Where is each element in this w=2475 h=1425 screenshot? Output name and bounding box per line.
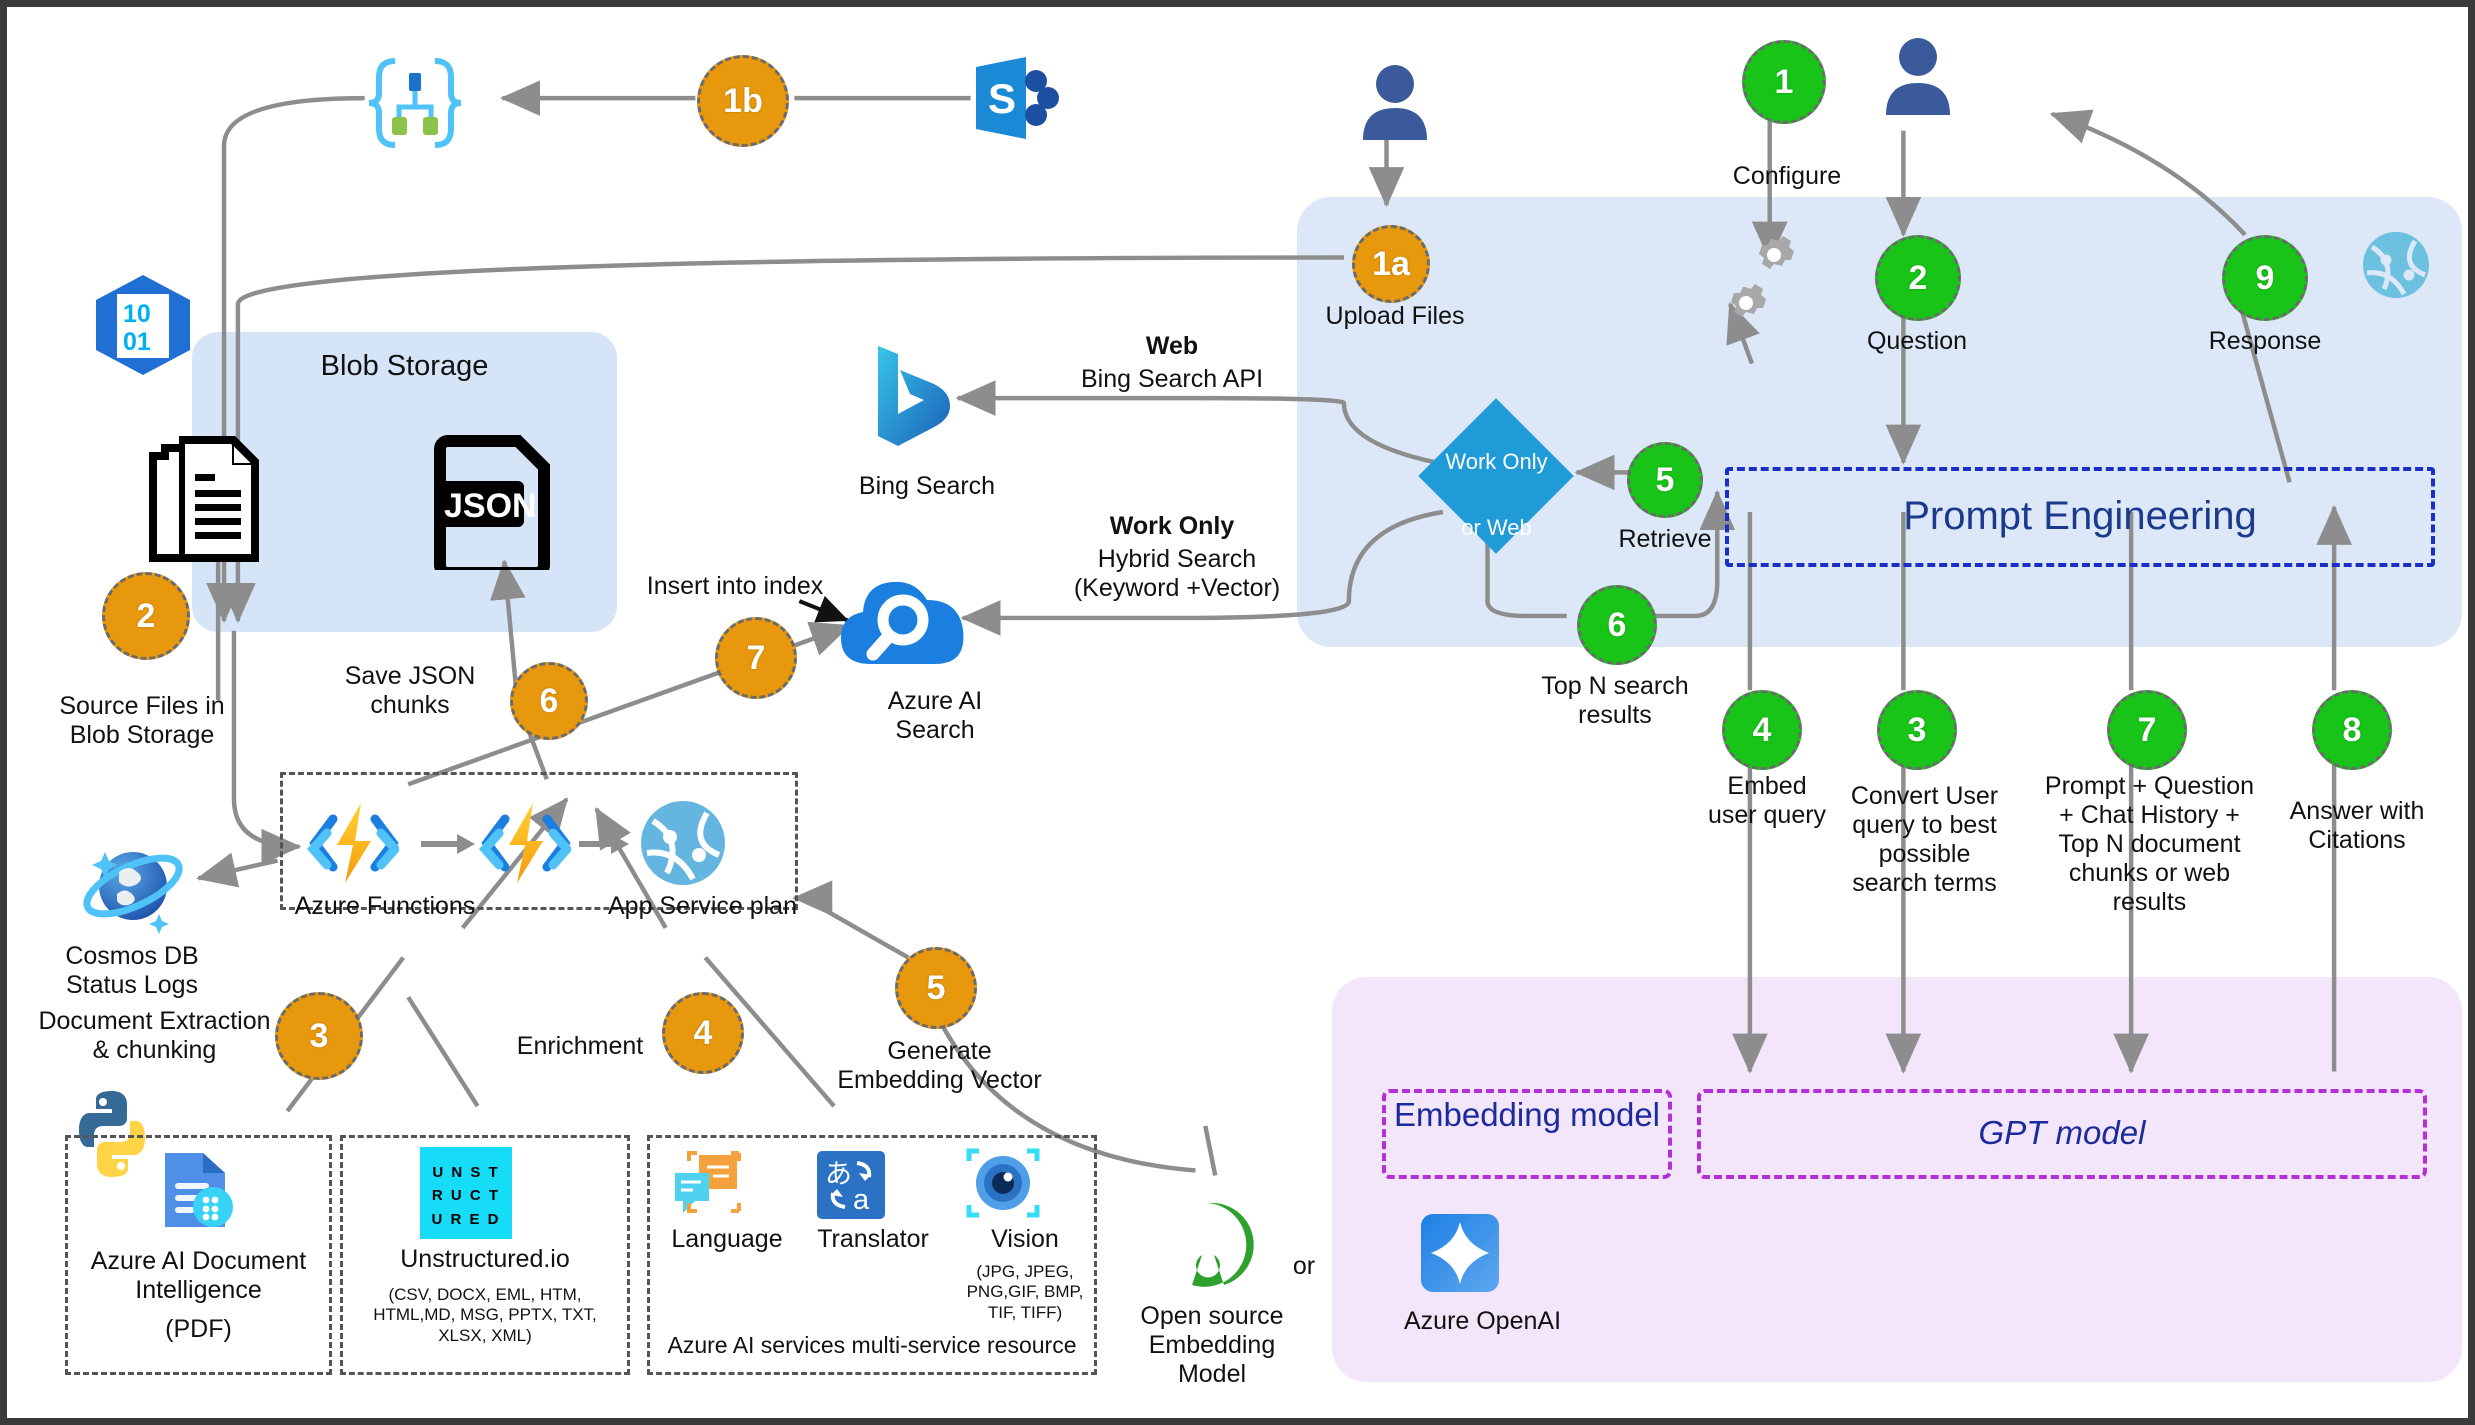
work-only-label: Work Only — [1109, 512, 1235, 540]
badge-1a-upload: 1a — [1352, 225, 1430, 303]
vision-formats: (JPG, JPEG, PNG,GIF, BMP, TIF, TIFF) — [966, 1262, 1084, 1322]
gpt-model-label: GPT model — [1978, 1114, 2146, 1151]
document-extraction-label: Document Extraction & chunking — [38, 1007, 271, 1064]
blob-storage-title: Blob Storage — [320, 350, 489, 382]
json-file-icon: JSON — [432, 435, 557, 579]
binary-data-icon: 10 01 — [89, 272, 197, 378]
embedding-model-label: Embedding model — [1394, 1096, 1660, 1133]
documents-stack-icon — [147, 432, 272, 572]
translator-label: Translator — [817, 1225, 929, 1253]
azure-openai-icon — [1419, 1212, 1501, 1294]
bing-search-api-label: Bing Search API — [1080, 365, 1264, 393]
app-service-globe-icon-panel — [2360, 229, 2432, 301]
badge-5-generate-embedding: 5 — [895, 947, 977, 1029]
source-files-label: Source Files in Blob Storage — [59, 692, 225, 749]
doc-intelligence-label: Azure AI Document Intelligence — [90, 1247, 307, 1304]
app-service-globe-icon — [637, 797, 729, 889]
configure-label: Configure — [1732, 162, 1842, 190]
azure-ai-search-icon — [835, 572, 971, 677]
azure-openai-label: Azure OpenAI — [1403, 1307, 1562, 1335]
insert-into-index-label: Insert into index — [646, 572, 824, 600]
work-only-or-web-label: Work Only or Web — [1445, 449, 1548, 540]
badge-1-configure: 1 — [1742, 40, 1826, 124]
badge-9-response: 9 — [2222, 235, 2308, 321]
badge-3-doc-extraction: 3 — [275, 992, 363, 1080]
ai-services-caption: Azure AI services multi-service resource — [667, 1332, 1077, 1358]
answer-with-citations-label: Answer with Citations — [2289, 797, 2425, 854]
architecture-diagram: Blob Storage S 1b 10 01 JSON 2 Source Fi… — [0, 0, 2475, 1425]
badge-5-retrieve: 5 — [1627, 442, 1703, 518]
gears-icon — [1717, 229, 1813, 339]
cosmos-db-label: Cosmos DB Status Logs — [65, 942, 199, 999]
badge-7-prompt-assembly: 7 — [2107, 690, 2187, 770]
unstructured-logo-text: U N S T R U C T U R E D — [431, 1164, 501, 1228]
sharepoint-icon: S — [970, 55, 1062, 141]
arrow-functions-to-appservice — [419, 829, 479, 859]
language-label: Language — [671, 1225, 783, 1253]
retrieve-label: Retrieve — [1618, 525, 1712, 553]
unstructured-label: Unstructured.io — [400, 1245, 570, 1273]
arrow-appservice — [577, 829, 633, 859]
doc-intelligence-formats: (PDF) — [165, 1315, 232, 1343]
embed-user-query-label: Embed user query — [1707, 772, 1827, 829]
language-service-icon — [667, 1149, 743, 1221]
unstructured-formats: (CSV, DOCX, EML, HTM, HTML,MD, MSG, PPTX… — [373, 1285, 597, 1345]
app-service-plan-label: App Service plan — [607, 892, 797, 920]
azure-functions-icon — [307, 797, 401, 889]
badge-2-source-files: 2 — [102, 572, 190, 660]
prompt-engineering-label: Prompt Engineering — [1903, 494, 2257, 538]
bing-search-label: Bing Search — [858, 472, 996, 500]
azure-functions-label: Azure Functions — [294, 892, 476, 920]
svg-text:a: a — [853, 1184, 870, 1216]
badge-6-top-n: 6 — [1577, 585, 1657, 665]
upload-files-label: Upload Files — [1325, 302, 1465, 330]
save-json-chunks-label: Save JSON chunks — [344, 662, 476, 719]
prompt-question-history-label: Prompt + Question + Chat History + Top N… — [2044, 772, 2255, 916]
svg-text:JSON: JSON — [444, 487, 537, 525]
azure-functions-icon-2 — [479, 797, 573, 889]
unstructured-io-icon: U N S T R U C T U R E D — [420, 1147, 512, 1239]
badge-4-enrichment: 4 — [662, 992, 744, 1074]
badge-6-save-json: 6 — [510, 662, 588, 740]
convert-user-query-label: Convert User query to best possible sear… — [1850, 782, 1999, 897]
json-braces-icon — [365, 55, 465, 151]
vision-icon — [965, 1147, 1041, 1221]
svg-text:あ: あ — [825, 1159, 852, 1189]
hybrid-search-label: Hybrid Search (Keyword +Vector) — [1073, 545, 1281, 602]
vision-label: Vision — [991, 1225, 1059, 1253]
svg-text:01: 01 — [123, 328, 151, 356]
top-n-results-label: Top N search results — [1541, 672, 1689, 729]
person-icon-user — [1882, 35, 1954, 115]
enrichment-label: Enrichment — [516, 1032, 644, 1060]
svg-text:S: S — [988, 75, 1016, 122]
bing-icon — [870, 342, 960, 450]
open-source-initiative-icon — [1162, 1199, 1254, 1291]
web-label: Web — [1145, 332, 1199, 360]
azure-ai-search-label: Azure AI Search — [887, 687, 983, 744]
person-icon-uploader — [1359, 62, 1431, 140]
generate-embedding-label: Generate Embedding Vector — [837, 1037, 1042, 1094]
or-label: or — [1292, 1252, 1316, 1280]
badge-2-question: 2 — [1875, 235, 1961, 321]
question-label: Question — [1866, 327, 1968, 355]
badge-1b: 1b — [697, 55, 789, 147]
badge-3-convert-query: 3 — [1877, 690, 1957, 770]
badge-4-embed-query: 4 — [1722, 690, 1802, 770]
cosmos-db-icon — [77, 832, 187, 937]
svg-text:10: 10 — [123, 300, 151, 328]
document-intelligence-icon — [155, 1149, 237, 1231]
badge-8-answer: 8 — [2312, 690, 2392, 770]
translator-icon: あ a — [813, 1147, 889, 1223]
open-source-embedding-label: Open source Embedding Model — [1140, 1302, 1284, 1388]
badge-7-insert-index: 7 — [715, 617, 797, 699]
response-label: Response — [2208, 327, 2322, 355]
